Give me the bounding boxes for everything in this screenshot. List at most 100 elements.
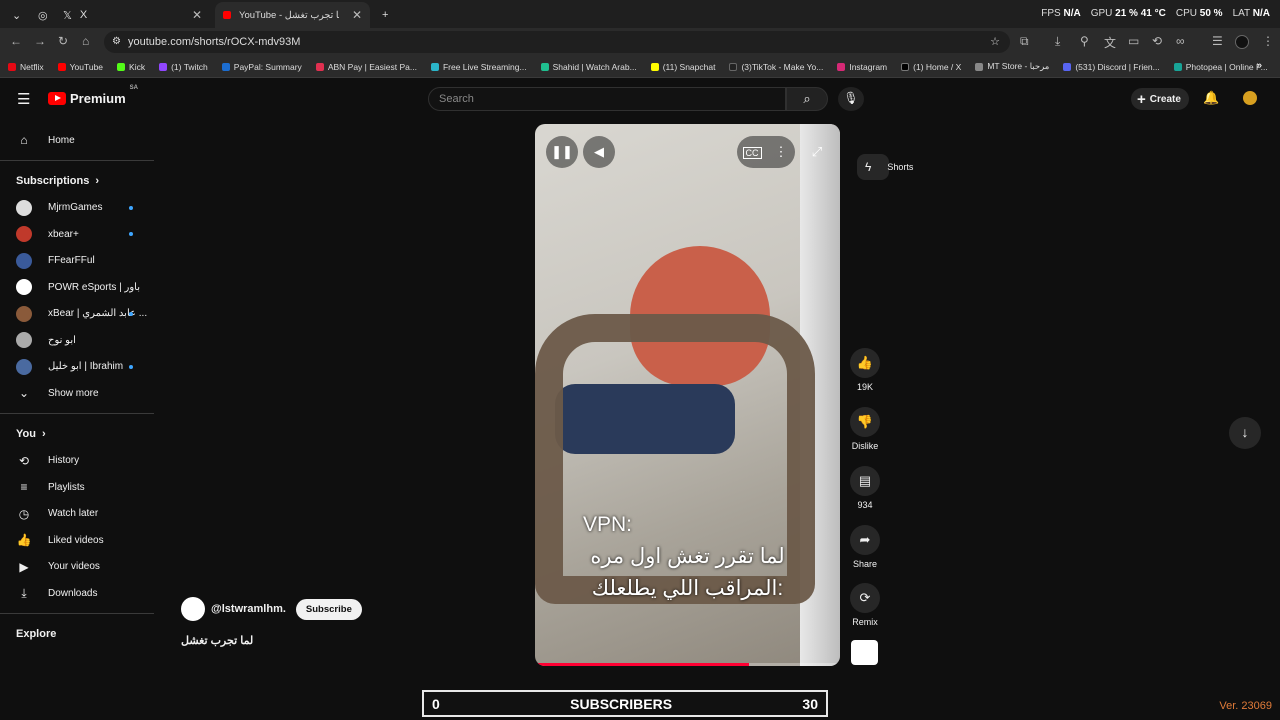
discord-icon [1063, 62, 1072, 71]
sidebar-item-history[interactable]: ⟲ History [0, 448, 154, 475]
sidebar-show-more[interactable]: ⌄ Show more [0, 380, 154, 407]
bookmark[interactable]: (3)TikTok - Make Yo... [729, 62, 823, 72]
caption-line: VPN: [583, 513, 633, 536]
sidebar-item-shorts[interactable]: ϟ Shorts [857, 153, 913, 180]
bookmark[interactable]: (1) Twitch [159, 62, 208, 72]
new-tab-button[interactable]: + [374, 2, 396, 28]
extensions-icon[interactable]: ⧉ [1020, 34, 1029, 49]
bookmark[interactable]: Shahid | Watch Arab... [540, 62, 637, 72]
pause-icon: ❚❚ [551, 144, 573, 159]
sidebar-item-your-videos[interactable]: ▶ Your videos [0, 554, 154, 581]
more-vert-icon: ⋮ [774, 144, 788, 159]
bookmark[interactable]: Photopea | Online P... [1173, 62, 1268, 72]
download-icon[interactable]: ⤓ [1055, 34, 1060, 49]
menu-icon[interactable]: ⋮ [1262, 34, 1274, 48]
back-icon[interactable]: ← [10, 34, 22, 48]
shorts-icon: ϟ [865, 159, 872, 174]
video-progress-bar[interactable] [535, 663, 840, 666]
create-button[interactable]: + Create [1131, 88, 1189, 110]
sidebar-item-liked-videos[interactable]: 👍 Liked videos [0, 527, 154, 554]
account-avatar[interactable] [1243, 91, 1257, 105]
divider [0, 159, 154, 161]
hamburger-menu-icon[interactable]: ☰ [17, 90, 30, 108]
bookmark-star-icon[interactable]: ☆ [990, 35, 1000, 48]
sidebar-icon[interactable]: ☰ [1212, 34, 1223, 48]
reload-icon[interactable]: ↻ [58, 34, 68, 48]
fullscreen-button[interactable]: ⤢ [801, 136, 833, 168]
channel-handle[interactable]: @lstwramlhm. [211, 603, 286, 615]
sidebar-you-header[interactable]: You › [0, 420, 154, 448]
chevron-right-icon: › [95, 174, 100, 187]
comment-icon: ▤ [850, 466, 880, 496]
site-info-icon[interactable]: ⚙ [112, 36, 121, 47]
sidebar-subscriptions-header[interactable]: Subscriptions › [0, 167, 154, 195]
sidebar-subscription[interactable]: xbear+ [0, 221, 154, 248]
bookmarks-bar: Netflix YouTube Kick (1) Twitch PayPal: … [0, 56, 1280, 78]
wallet-icon[interactable]: ▭ [1128, 34, 1139, 48]
sidebar-item-downloads[interactable]: ⤓ Downloads [0, 580, 154, 607]
sidebar-subscription[interactable]: FFearFFul [0, 248, 154, 275]
history-icon[interactable]: ⟲ [1152, 34, 1162, 48]
bookmark[interactable]: (1) Home / X [901, 62, 961, 72]
url-input[interactable]: ⚙ youtube.com/shorts/rOCX-mdv93M ☆ [104, 31, 1010, 53]
share-icon: ➦ [850, 525, 880, 555]
translate-icon[interactable]: 文 [1104, 34, 1116, 51]
sidebar-item-watch-later[interactable]: ◷ Watch later [0, 501, 154, 528]
search-input[interactable]: Search [428, 87, 786, 111]
close-icon[interactable]: ✕ [352, 8, 362, 22]
home-icon[interactable]: ⌂ [82, 34, 89, 48]
bookmark[interactable]: (531) Discord | Frien... [1063, 62, 1160, 72]
sidebar-subscription[interactable]: ابو نوح [0, 327, 154, 354]
shorts-video-player[interactable]: ❚❚ ◀ CC ⋮ ⤢ VPN: لما تقرر تغش اول مره ال… [535, 124, 840, 666]
bookmark[interactable]: Netflix [8, 62, 44, 72]
avatar [16, 332, 32, 349]
sidebar-item-home[interactable]: ⌂ Home [0, 127, 154, 154]
channel-avatar[interactable] [181, 597, 205, 621]
bookmark[interactable]: MT Store - مرحبا [975, 61, 1049, 72]
comments-button[interactable]: ▤ 934 [849, 466, 881, 510]
extension-icon[interactable]: ⚲ [1080, 34, 1089, 48]
like-button[interactable]: 👍 19K [849, 348, 881, 392]
remix-button[interactable]: ⟳ Remix [849, 583, 881, 627]
search-button[interactable]: ⌕ [786, 87, 828, 111]
next-short-button[interactable]: ↓ [1229, 417, 1261, 449]
new-content-dot [129, 205, 133, 210]
tab-pinned[interactable]: ◎ [30, 2, 50, 28]
tab-search-icon[interactable]: ⌄ [4, 2, 24, 28]
bookmark[interactable]: Free Live Streaming... [430, 62, 527, 72]
pause-button[interactable]: ❚❚ [546, 136, 578, 168]
subscribe-button[interactable]: Subscribe [295, 598, 362, 620]
profile-avatar[interactable] [1235, 35, 1249, 49]
bookmark[interactable]: PayPal: Summary [221, 62, 302, 72]
link-icon[interactable]: ∞ [1176, 34, 1185, 48]
bookmark[interactable]: ABN Pay | Easiest Pa... [315, 62, 417, 72]
forward-icon[interactable]: → [34, 34, 46, 48]
bookmark[interactable]: Instagram [837, 62, 887, 72]
captions-button[interactable]: CC [737, 136, 767, 168]
tab-youtube[interactable]: YouTube - لما تجرب تغشل ✕ [215, 2, 370, 28]
sidebar-item-playlists[interactable]: ≡ Playlists [0, 474, 154, 501]
dislike-button[interactable]: 👎 Dislike [846, 407, 884, 451]
bookmark[interactable]: YouTube [57, 62, 103, 72]
bookmark[interactable]: (11) Snapchat [650, 62, 715, 72]
sidebar-subscription[interactable]: MjrmGames [0, 195, 154, 222]
sound-avatar[interactable] [851, 640, 878, 665]
sidebar: ⌂ Home ϟ Shorts Subscriptions › MjrmGames x… [0, 127, 913, 648]
subscriber-counter-overlay: 0 SUBSCRIBERS 30 [422, 690, 828, 717]
bookmark[interactable]: Kick [117, 62, 145, 72]
expand-icon: ⤢ [811, 144, 823, 159]
tab-x[interactable]: 𝕏 X ✕ [55, 2, 210, 28]
more-bookmarks-icon[interactable]: » [1256, 60, 1262, 71]
volume-button[interactable]: ◀ [583, 136, 615, 168]
share-button[interactable]: ➦ Share [849, 525, 881, 569]
sidebar-subscription[interactable]: POWR eSports | باور [0, 274, 154, 301]
close-icon[interactable]: ✕ [192, 8, 202, 22]
notifications-bell-icon[interactable]: 🔔 [1203, 90, 1219, 106]
browser-tab-bar: ⌄ ◎ 𝕏 X ✕ YouTube - لما تجرب تغشل ✕ + FP… [0, 0, 1280, 28]
youtube-logo[interactable]: Premium SA [48, 85, 138, 106]
voice-search-button[interactable]: 🎙 [838, 87, 864, 111]
thumbs-down-icon: 👎 [850, 407, 880, 437]
sidebar-subscription[interactable]: ابو خليل | Ibrahim [0, 354, 154, 381]
sidebar-subscription[interactable]: xBear | عابد الشمري ... [0, 301, 154, 328]
more-options-button[interactable]: ⋮ [767, 136, 795, 168]
